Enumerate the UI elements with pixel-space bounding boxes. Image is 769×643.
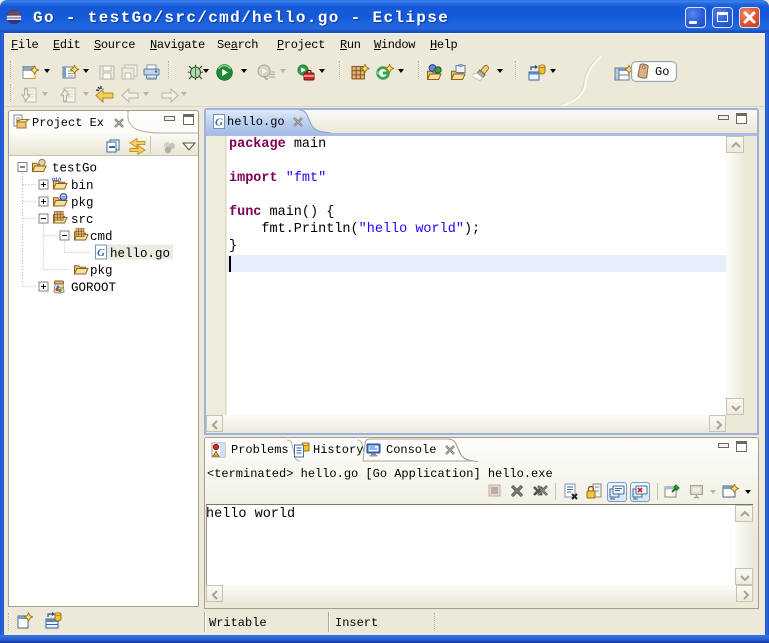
svg-text:bin: bin	[71, 179, 94, 193]
svg-text:GOROOT: GOROOT	[71, 281, 117, 295]
svg-text:pkg: pkg	[71, 196, 94, 210]
svg-text:src: src	[71, 213, 94, 227]
svg-text:pkg: pkg	[90, 264, 113, 278]
svg-text:testGo: testGo	[52, 162, 97, 176]
svg-text:010: 010	[52, 178, 61, 184]
svg-text:cmd: cmd	[90, 230, 113, 244]
svg-text:hello.go: hello.go	[110, 247, 170, 261]
